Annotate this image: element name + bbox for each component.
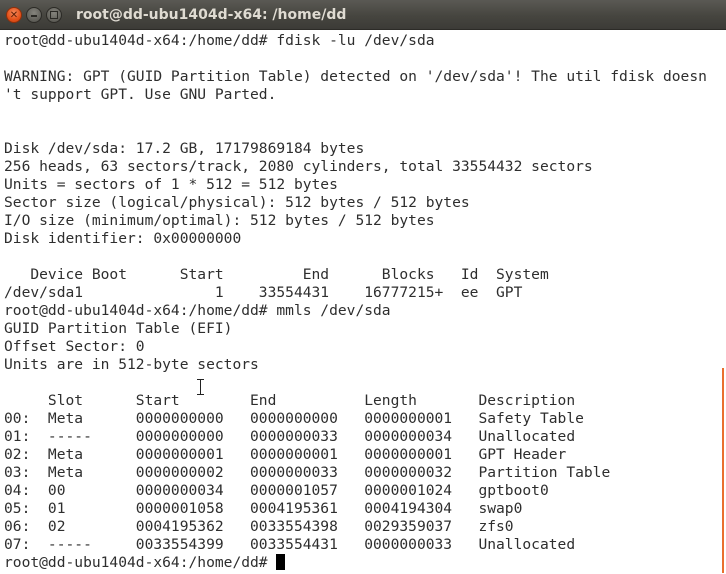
terminal-cursor xyxy=(276,554,286,570)
prompt-line[interactable]: root@dd-ubu1404d-x64:/home/dd# xyxy=(4,554,707,572)
terminal-line: Units are in 512-byte sectors xyxy=(4,356,259,373)
terminal-line: I/O size (minimum/optimal): 512 bytes / … xyxy=(4,212,435,229)
close-icon[interactable]: ✕ xyxy=(6,7,22,23)
maximize-icon[interactable] xyxy=(46,7,62,23)
minimize-glyph xyxy=(31,15,37,17)
terminal-line: root@dd-ubu1404d-x64:/home/dd# fdisk -lu… xyxy=(4,32,435,49)
terminal-line: /dev/sda1 1 33554431 16777215+ ee GPT xyxy=(4,284,523,301)
terminal-area[interactable]: root@dd-ubu1404d-x64:/home/dd# fdisk -lu… xyxy=(0,31,726,574)
terminal-line: 04: 00 0000000034 0000001057 0000001024 … xyxy=(4,482,549,499)
close-glyph: ✕ xyxy=(9,10,19,21)
terminal-line: root@dd-ubu1404d-x64:/home/dd# mmls /dev… xyxy=(4,302,391,319)
maximize-glyph xyxy=(50,11,58,19)
terminal-line: Disk identifier: 0x00000000 xyxy=(4,230,242,247)
terminal-line: Sector size (logical/physical): 512 byte… xyxy=(4,194,470,211)
terminal-line: 01: ----- 0000000000 0000000033 00000000… xyxy=(4,428,576,445)
minimize-icon[interactable] xyxy=(26,7,42,23)
terminal-line: 07: ----- 0033554399 0033554431 00000000… xyxy=(4,536,576,553)
terminal-line: 't support GPT. Use GNU Parted. xyxy=(4,86,277,103)
terminal-window: ✕ root@dd-ubu1404d-x64: /home/dd root@dd… xyxy=(0,0,726,574)
shell-prompt: root@dd-ubu1404d-x64:/home/dd# xyxy=(4,554,277,571)
terminal-line: Disk /dev/sda: 17.2 GB, 17179869184 byte… xyxy=(4,140,365,157)
terminal-line: Device Boot Start End Blocks Id System xyxy=(4,266,549,283)
terminal-line: Offset Sector: 0 xyxy=(4,338,145,355)
terminal-line: Units = sectors of 1 * 512 = 512 bytes xyxy=(4,176,338,193)
terminal-line: 02: Meta 0000000001 0000000001 000000000… xyxy=(4,446,567,463)
terminal-output: root@dd-ubu1404d-x64:/home/dd# fdisk -lu… xyxy=(4,32,707,572)
text-cursor-icon xyxy=(196,379,205,395)
terminal-line: 06: 02 0004195362 0033554398 0029359037 … xyxy=(4,518,514,535)
terminal-line: 256 heads, 63 sectors/track, 2080 cylind… xyxy=(4,158,593,175)
window-title: root@dd-ubu1404d-x64: /home/dd xyxy=(76,7,347,23)
terminal-line: WARNING: GPT (GUID Partition Table) dete… xyxy=(4,68,707,85)
terminal-line: 03: Meta 0000000002 0000000033 000000003… xyxy=(4,464,611,481)
terminal-line: 05: 01 0000001058 0004195361 0004194304 … xyxy=(4,500,523,517)
terminal-line: GUID Partition Table (EFI) xyxy=(4,320,233,337)
title-bar[interactable]: ✕ root@dd-ubu1404d-x64: /home/dd xyxy=(0,0,726,30)
scroll-indicator[interactable] xyxy=(722,368,724,573)
terminal-line: Slot Start End Length Description xyxy=(4,392,576,409)
terminal-line: 00: Meta 0000000000 0000000000 000000000… xyxy=(4,410,584,427)
